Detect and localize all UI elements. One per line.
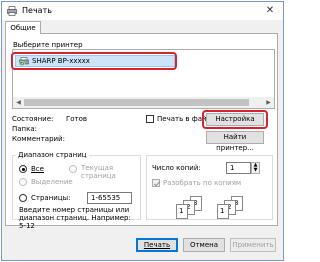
- all-pages-radio[interactable]: [19, 165, 27, 173]
- scroll-right-icon[interactable]: ▶: [263, 97, 274, 108]
- apply-button[interactable]: Применить: [230, 238, 276, 252]
- checkmark-icon: [153, 181, 160, 187]
- status-label: Состояние:: [12, 115, 54, 123]
- pages-input[interactable]: 1-65535: [87, 192, 132, 204]
- copies-stepper[interactable]: ▲ ▼: [251, 162, 260, 174]
- horizontal-scrollbar[interactable]: ◀ ▶: [13, 97, 274, 108]
- collate-label: Разобрать по копиям: [163, 179, 242, 187]
- scrollbar-thumb[interactable]: [24, 99, 249, 106]
- find-printer-button[interactable]: Найти принтер...: [206, 131, 264, 152]
- window-title: Печать: [22, 6, 52, 15]
- cancel-button[interactable]: Отмена: [183, 238, 225, 252]
- folder-label: Папка:: [12, 125, 38, 133]
- close-button[interactable]: ✕: [257, 2, 283, 20]
- pages-label: Страницы:: [31, 194, 71, 202]
- all-pages-label: Все: [31, 165, 44, 173]
- collate-page: 1: [217, 204, 229, 219]
- comment-label: Комментарий:: [12, 135, 65, 143]
- pages-hint: Введите номер страницы или диапазон стра…: [19, 206, 131, 230]
- scroll-left-icon[interactable]: ◀: [13, 97, 24, 108]
- current-page-radio[interactable]: [69, 165, 77, 173]
- selection-radio[interactable]: [19, 178, 27, 186]
- collate-page: 1: [176, 204, 188, 219]
- selection-label: Выделение: [31, 178, 73, 186]
- copies-label: Число копий:: [152, 164, 201, 172]
- printer-icon: [7, 6, 17, 16]
- highlight-frame-settings: [202, 110, 268, 129]
- tab-general[interactable]: Общие: [5, 21, 41, 34]
- status-value: Готов: [66, 115, 88, 123]
- page-range-label: Диапазон страниц: [16, 151, 89, 159]
- chevron-down-icon[interactable]: ▼: [252, 168, 259, 173]
- print-to-file-checkbox[interactable]: [146, 115, 154, 123]
- select-printer-label: Выберите принтер: [13, 41, 83, 49]
- highlight-frame-printer: [11, 52, 177, 70]
- title-bar: Печать ✕: [2, 2, 283, 20]
- close-icon: ✕: [265, 5, 275, 16]
- current-page-label: Текущая страница: [81, 164, 116, 180]
- copies-input[interactable]: 1: [226, 162, 251, 174]
- print-button[interactable]: Печать: [136, 238, 178, 252]
- collate-checkbox[interactable]: [152, 179, 160, 187]
- pages-radio[interactable]: [19, 194, 27, 202]
